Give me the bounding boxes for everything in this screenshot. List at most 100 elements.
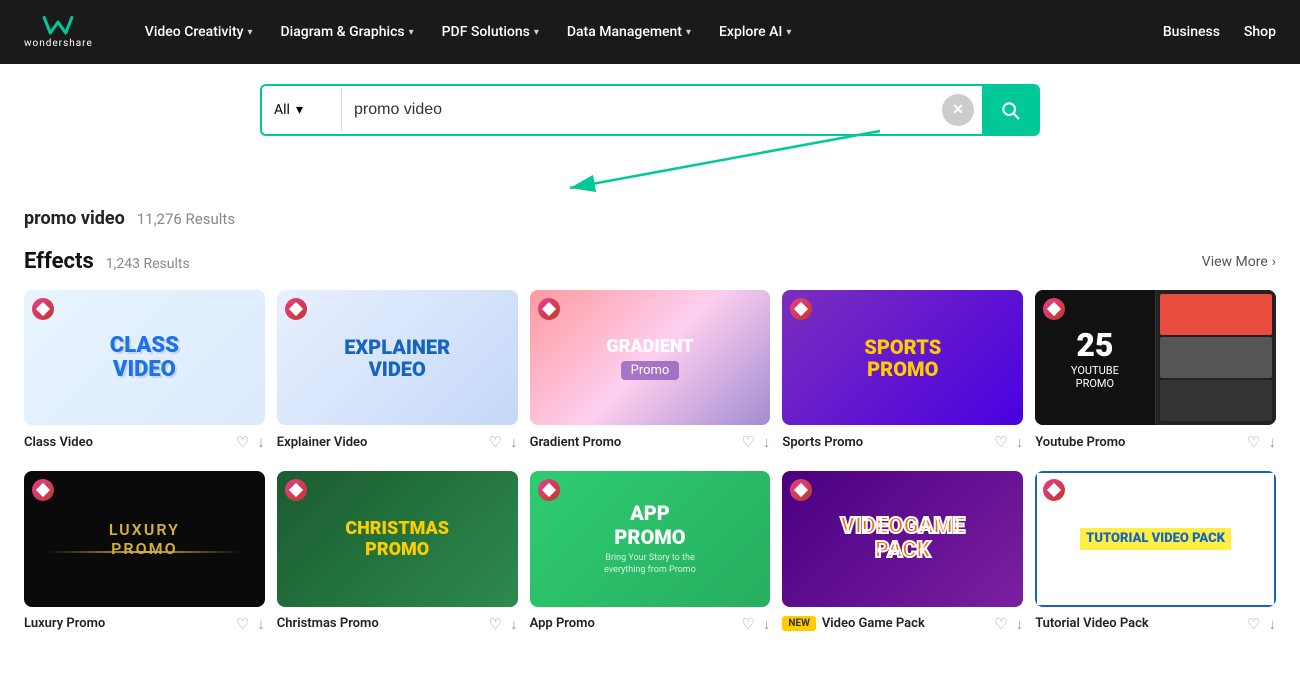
cards-row-2: LUXURYPROMO Luxury Promo ♡ ↓ CHRISTMASPR… <box>0 471 1300 636</box>
card-info: Luxury Promo ♡ ↓ <box>24 615 265 637</box>
card-luxury-promo[interactable]: LUXURYPROMO Luxury Promo ♡ ↓ <box>24 471 265 636</box>
download-icon[interactable]: ↓ <box>257 615 265 633</box>
download-icon[interactable]: ↓ <box>257 433 265 451</box>
heart-icon[interactable]: ♡ <box>489 615 502 633</box>
heart-icon[interactable]: ♡ <box>741 615 754 633</box>
search-icon <box>1000 100 1020 120</box>
heart-icon[interactable]: ♡ <box>489 433 502 451</box>
card-youtube-promo[interactable]: 25 YOUTUBEPROMO Youtube Promo ♡ ↓ <box>1035 290 1276 455</box>
cards-row-1: CLASSVIDEO Class Video ♡ ↓ EXPLAINERVIDE… <box>0 290 1300 455</box>
card-info: Christmas Promo ♡ ↓ <box>277 615 518 637</box>
card-thumbnail: GRADIENT Promo <box>530 290 771 425</box>
chevron-down-icon: ▾ <box>786 27 791 38</box>
premium-badge <box>32 298 54 320</box>
card-app-promo[interactable]: APPPROMO Bring Your Story to theeverythi… <box>530 471 771 636</box>
nav-item-explore-ai[interactable]: Explore AI ▾ <box>707 16 803 48</box>
download-icon[interactable]: ↓ <box>1269 615 1277 633</box>
card-info: App Promo ♡ ↓ <box>530 615 771 637</box>
premium-badge <box>538 479 560 501</box>
card-title: App Promo <box>530 616 595 631</box>
thumbnail-class-video: CLASSVIDEO <box>24 290 265 425</box>
view-more-button[interactable]: View More › <box>1202 254 1276 270</box>
thumbnail-explainer: EXPLAINERVIDEO <box>277 290 518 425</box>
card-thumbnail: CHRISTMASPROMO <box>277 471 518 606</box>
heart-icon[interactable]: ♡ <box>1247 615 1260 633</box>
premium-badge <box>285 298 307 320</box>
download-icon[interactable]: ↓ <box>1016 433 1024 451</box>
logo[interactable]: wondershare <box>24 16 93 49</box>
download-icon[interactable]: ↓ <box>510 433 518 451</box>
premium-badge <box>538 298 560 320</box>
new-badge: NEW <box>782 616 815 631</box>
card-class-video[interactable]: CLASSVIDEO Class Video ♡ ↓ <box>24 290 265 455</box>
brand-name: wondershare <box>24 38 93 49</box>
nav-item-diagram-graphics[interactable]: Diagram & Graphics ▾ <box>269 16 426 48</box>
heart-icon[interactable]: ♡ <box>994 433 1007 451</box>
nav-item-pdf-solutions[interactable]: PDF Solutions ▾ <box>430 16 551 48</box>
card-thumbnail: 25 YOUTUBEPROMO <box>1035 290 1276 425</box>
nav-item-data-management[interactable]: Data Management ▾ <box>555 16 703 48</box>
nav-item-business[interactable]: Business <box>1163 24 1220 40</box>
card-gradient-promo[interactable]: GRADIENT Promo Gradient Promo ♡ ↓ <box>530 290 771 455</box>
heart-icon[interactable]: ♡ <box>236 433 249 451</box>
download-icon[interactable]: ↓ <box>1269 433 1277 451</box>
nav-right: Business Shop <box>1163 24 1276 40</box>
results-query: promo video <box>24 208 125 229</box>
card-title: Tutorial Video Pack <box>1035 616 1149 631</box>
card-thumbnail: CLASSVIDEO <box>24 290 265 425</box>
arrow-annotation <box>0 136 1300 196</box>
search-clear-button[interactable]: ✕ <box>942 94 974 126</box>
card-actions: ♡ ↓ <box>1247 433 1276 451</box>
results-info: promo video 11,276 Results <box>0 196 1300 249</box>
thumbnail-christmas: CHRISTMASPROMO <box>277 471 518 606</box>
card-thumbnail: Tutorial Video Pack <box>1035 471 1276 606</box>
card-actions: ♡ ↓ <box>994 615 1023 633</box>
thumbnail-sports: SPORTSPROMO <box>782 290 1023 425</box>
dropdown-chevron-icon: ▾ <box>296 102 303 118</box>
heart-icon[interactable]: ♡ <box>1247 433 1260 451</box>
card-info: NEW Video Game Pack ♡ ↓ <box>782 615 1023 637</box>
card-title: Luxury Promo <box>24 616 105 631</box>
card-sports-promo[interactable]: SPORTSPROMO Sports Promo ♡ ↓ <box>782 290 1023 455</box>
card-actions: ♡ ↓ <box>236 433 265 451</box>
card-actions: ♡ ↓ <box>741 615 770 633</box>
thumbnail-app: APPPROMO Bring Your Story to theeverythi… <box>530 471 771 606</box>
card-title-row: NEW Video Game Pack <box>782 616 924 631</box>
card-tutorial-video-pack[interactable]: Tutorial Video Pack Tutorial Video Pack … <box>1035 471 1276 636</box>
heart-icon[interactable]: ♡ <box>741 433 754 451</box>
heart-icon[interactable]: ♡ <box>236 615 249 633</box>
section-result-count: 1,243 Results <box>106 256 190 272</box>
teal-arrow-icon <box>540 126 890 196</box>
download-icon[interactable]: ↓ <box>510 615 518 633</box>
search-button[interactable] <box>982 86 1038 134</box>
card-actions: ♡ ↓ <box>489 615 518 633</box>
section-title-area: Effects 1,243 Results <box>24 249 190 274</box>
card-actions: ♡ ↓ <box>1247 615 1276 633</box>
heart-icon[interactable]: ♡ <box>994 615 1007 633</box>
nav-item-video-creativity[interactable]: Video Creativity ▾ <box>133 16 265 48</box>
chevron-right-icon: › <box>1272 254 1276 270</box>
download-icon[interactable]: ↓ <box>763 615 771 633</box>
thumbnail-videogame: VIDEOGAMEPACK <box>782 471 1023 606</box>
card-videogame-pack[interactable]: VIDEOGAMEPACK NEW Video Game Pack ♡ ↓ <box>782 471 1023 636</box>
thumbnail-youtube: 25 YOUTUBEPROMO <box>1035 290 1276 425</box>
filter-label: All <box>274 102 290 118</box>
card-title: Gradient Promo <box>530 435 622 450</box>
thumbnail-gradient: GRADIENT Promo <box>530 290 771 425</box>
download-icon[interactable]: ↓ <box>763 433 771 451</box>
card-actions: ♡ ↓ <box>236 615 265 633</box>
card-title: Class Video <box>24 435 93 450</box>
download-icon[interactable]: ↓ <box>1016 615 1024 633</box>
card-thumbnail: APPPROMO Bring Your Story to theeverythi… <box>530 471 771 606</box>
card-christmas-promo[interactable]: CHRISTMASPROMO Christmas Promo ♡ ↓ <box>277 471 518 636</box>
card-thumbnail: LUXURYPROMO <box>24 471 265 606</box>
card-explainer-video[interactable]: EXPLAINERVIDEO Explainer Video ♡ ↓ <box>277 290 518 455</box>
thumbnail-tutorial: Tutorial Video Pack <box>1035 471 1276 606</box>
card-thumbnail: VIDEOGAMEPACK <box>782 471 1023 606</box>
card-title: Sports Promo <box>782 435 863 450</box>
chevron-down-icon: ▾ <box>247 27 252 38</box>
navbar: wondershare Video Creativity ▾ Diagram &… <box>0 0 1300 64</box>
nav-item-shop[interactable]: Shop <box>1244 24 1276 40</box>
search-filter-dropdown[interactable]: All ▾ <box>262 88 342 132</box>
effects-section-header: Effects 1,243 Results View More › <box>0 249 1300 290</box>
